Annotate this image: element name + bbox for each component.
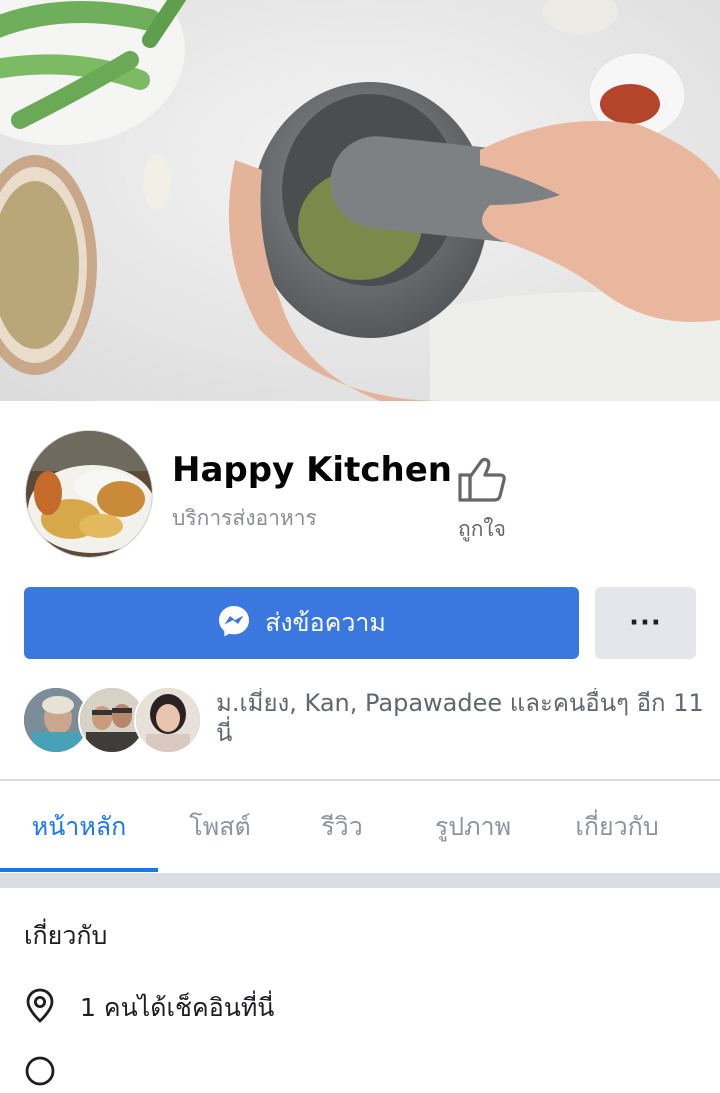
like-button[interactable]: ถูกใจ xyxy=(446,455,518,550)
page-title: Happy Kitchen xyxy=(172,450,452,490)
cover-photo[interactable] xyxy=(0,0,720,401)
friends-avatars[interactable] xyxy=(22,686,202,754)
page-avatar[interactable] xyxy=(25,430,153,558)
info-icon xyxy=(24,1051,56,1093)
checkins-row[interactable]: 1 คนได้เช็คอินที่นี่ xyxy=(24,988,274,1028)
send-message-label: ส่งข้อความ xyxy=(265,608,386,637)
active-tab-indicator xyxy=(0,868,158,872)
next-about-row[interactable] xyxy=(24,1052,56,1092)
about-section-title: เกี่ยวกับ xyxy=(24,921,108,950)
location-pin-icon xyxy=(24,987,56,1029)
send-message-button[interactable]: ส่งข้อความ xyxy=(24,587,579,659)
tab-home[interactable]: หน้าหลัก xyxy=(0,781,158,873)
friends-like-text[interactable]: ม.เมี่ยง, Kan, Papawadee และคนอื่นๆ อีก … xyxy=(216,688,720,748)
more-options-icon: ··· xyxy=(629,608,662,638)
like-button-label: ถูกใจ xyxy=(458,517,506,541)
page-tabs: หน้าหลัก โพสต์ รีวิว รูปภาพ เกี่ยวกับ xyxy=(0,781,720,873)
more-options-button[interactable]: ··· xyxy=(595,587,696,659)
section-separator xyxy=(0,873,720,888)
cover-photo-image xyxy=(0,0,720,401)
friends-like-line1: ม.เมี่ยง, Kan, Papawadee และคนอื่นๆ อีก … xyxy=(216,689,704,717)
messenger-icon xyxy=(217,604,251,642)
tab-photos[interactable]: รูปภาพ xyxy=(402,781,544,873)
page-avatar-image xyxy=(26,431,152,557)
tab-about[interactable]: เกี่ยวกับ xyxy=(544,781,690,873)
page-category: บริการส่งอาหาร xyxy=(172,506,317,530)
friend-avatar xyxy=(134,686,202,754)
friends-like-line2: นี่ xyxy=(216,719,233,747)
tab-reviews[interactable]: รีวิว xyxy=(282,781,402,873)
thumbs-up-icon xyxy=(446,455,518,503)
checkins-text: 1 คนได้เช็คอินที่นี่ xyxy=(80,993,275,1022)
tab-posts[interactable]: โพสต์ xyxy=(158,781,282,873)
